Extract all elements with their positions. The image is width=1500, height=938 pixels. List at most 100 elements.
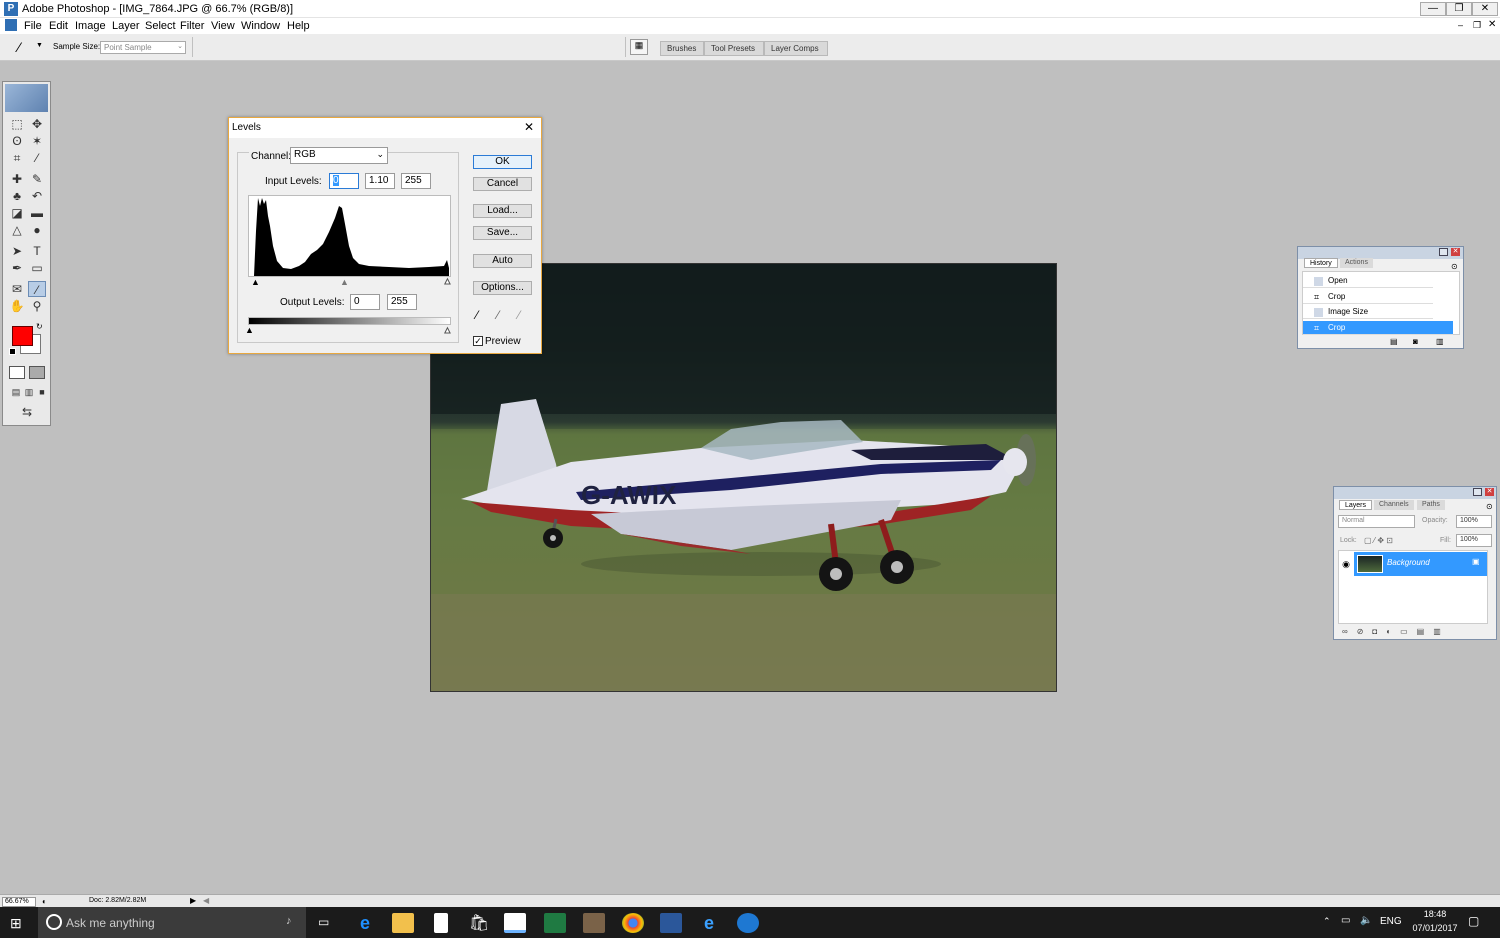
excel-icon[interactable] <box>544 913 566 933</box>
marquee-tool-icon[interactable]: ⬚ <box>8 116 26 132</box>
options-button[interactable]: Options... <box>473 281 532 295</box>
foreground-color-swatch[interactable] <box>12 326 33 346</box>
minimize-button[interactable]: — <box>1420 2 1446 16</box>
tab-actions[interactable]: Actions <box>1340 258 1373 268</box>
jump-to-imageready-icon[interactable]: ⇆ <box>9 404 45 420</box>
history-item-selected[interactable]: Crop <box>1303 321 1453 335</box>
panel-minimize-icon[interactable] <box>1473 488 1482 496</box>
menu-view[interactable]: View <box>211 20 235 32</box>
gray-eyedropper-icon[interactable]: ⁄ <box>497 308 499 322</box>
output-white-field[interactable]: 255 <box>387 294 417 310</box>
white-eyedropper-icon[interactable]: ⁄ <box>518 308 520 322</box>
slice-tool-icon[interactable]: ⁄ <box>28 150 46 166</box>
tab-tool-presets[interactable]: Tool Presets <box>704 41 764 56</box>
store-icon[interactable]: 🛍 <box>468 913 490 933</box>
tab-layer-comps[interactable]: Layer Comps <box>764 41 828 56</box>
network-icon[interactable]: ▭ <box>1341 915 1350 926</box>
dialog-close-icon[interactable]: ✕ <box>524 120 534 134</box>
ok-button[interactable]: OK <box>473 155 532 169</box>
hand-tool-icon[interactable]: ✋ <box>8 298 26 314</box>
gamma-slider[interactable]: ▲ <box>340 277 349 287</box>
close-button[interactable]: ✕ <box>1472 2 1498 16</box>
photoshop-taskbar-icon[interactable] <box>504 913 526 933</box>
cancel-button[interactable]: Cancel <box>473 177 532 191</box>
chrome-icon[interactable] <box>622 913 644 933</box>
doc-close-button[interactable]: ✕ <box>1488 19 1496 30</box>
lasso-tool-icon[interactable]: ʘ <box>8 133 26 149</box>
input-white-field[interactable]: 255 <box>401 173 431 189</box>
fill-field[interactable]: 100% <box>1456 534 1492 547</box>
full-screen-icon[interactable]: ■ <box>33 384 51 400</box>
doc-minimize-button[interactable]: – <box>1458 20 1463 30</box>
menu-window[interactable]: Window <box>241 20 280 32</box>
blur-tool-icon[interactable]: △ <box>8 222 26 238</box>
black-eyedropper-icon[interactable]: ⁄ <box>476 308 478 322</box>
lock-icons[interactable]: ▢ ⁄ ✥ ⊡ <box>1364 536 1393 545</box>
panel-close-icon[interactable]: ✕ <box>1485 488 1494 496</box>
sample-size-select[interactable]: Point Sample ⌄ <box>100 41 186 54</box>
chevron-down-icon[interactable]: ▼ <box>36 42 43 49</box>
menu-edit[interactable]: Edit <box>49 20 68 32</box>
output-black-field[interactable]: 0 <box>350 294 380 310</box>
edge-icon[interactable]: e <box>354 913 376 933</box>
palette-well-icon[interactable]: ▦ <box>630 39 648 55</box>
input-black-field[interactable]: 0 <box>329 173 359 189</box>
eye-icon[interactable]: ◉ <box>1339 552 1353 576</box>
opacity-field[interactable]: 100% <box>1456 515 1492 528</box>
action-center-icon[interactable]: ▢ <box>1468 914 1479 928</box>
zoom-tool-icon[interactable]: ⚲ <box>28 298 46 314</box>
panel-menu-icon[interactable]: ⊙ <box>1486 502 1493 511</box>
cortana-search-box[interactable]: Ask me anything ♪ <box>38 907 306 938</box>
brush-tool-icon[interactable]: ✎ <box>28 171 46 187</box>
black-point-slider[interactable]: ▲ <box>251 277 260 287</box>
history-item[interactable]: Crop <box>1303 290 1433 304</box>
history-brush-icon[interactable]: ↶ <box>28 188 46 204</box>
default-colors-icon[interactable] <box>9 348 16 355</box>
tab-brushes[interactable]: Brushes <box>660 41 704 56</box>
load-button[interactable]: Load... <box>473 204 532 218</box>
input-gamma-field[interactable]: 1.10 <box>365 173 395 189</box>
gradient-tool-icon[interactable]: ▬ <box>28 205 46 221</box>
output-white-slider[interactable]: ▲ <box>443 325 453 336</box>
notes-tool-icon[interactable]: ✉ <box>8 281 26 297</box>
language-indicator[interactable]: ENG <box>1380 916 1402 927</box>
shape-tool-icon[interactable]: ▭ <box>28 260 46 276</box>
crop-tool-icon[interactable]: ⌗ <box>8 150 26 166</box>
panel-menu-icon[interactable]: ⊙ <box>1451 262 1458 271</box>
chevron-up-icon[interactable]: ⌃ <box>1323 916 1331 927</box>
layer-row[interactable]: Background ▣ <box>1354 552 1487 576</box>
notepad-icon[interactable] <box>434 913 448 933</box>
windows-start-icon[interactable]: ⊞ <box>10 915 22 932</box>
layer-actions-icons[interactable]: ∞⊘◘◐▭▤▥ <box>1342 627 1450 636</box>
eyedropper-icon[interactable]: ⁄ <box>18 39 20 55</box>
clock-date[interactable]: 07/01/2017 <box>1406 923 1464 933</box>
tab-history[interactable]: History <box>1304 258 1338 268</box>
healing-brush-icon[interactable]: ✚ <box>8 171 26 187</box>
doc-restore-button[interactable]: ❐ <box>1473 20 1481 31</box>
move-tool-icon[interactable]: ✥ <box>28 116 46 132</box>
snapshot-icon[interactable]: ◙ <box>1413 337 1418 346</box>
task-view-icon[interactable]: ▭ <box>318 915 329 929</box>
internet-explorer-icon[interactable]: e <box>698 913 720 933</box>
auto-button[interactable]: Auto <box>473 254 532 268</box>
panel-minimize-icon[interactable] <box>1439 248 1448 256</box>
restore-button[interactable]: ❐ <box>1446 2 1472 16</box>
aol-icon[interactable] <box>737 913 759 933</box>
menu-image[interactable]: Image <box>75 20 106 32</box>
dodge-tool-icon[interactable]: ● <box>28 222 46 238</box>
trash-icon[interactable]: ▥ <box>1436 337 1444 346</box>
pen-tool-icon[interactable]: ✒ <box>8 260 26 276</box>
preview-checkbox[interactable]: ✓ <box>473 336 483 346</box>
clock-time[interactable]: 18:48 <box>1412 909 1458 919</box>
zoom-field[interactable]: 66.67% <box>2 897 36 907</box>
status-menu-icon[interactable]: ▶ <box>190 896 196 905</box>
new-document-icon[interactable]: ▤ <box>1390 337 1398 346</box>
scroll-left-icon[interactable]: ◀ <box>203 896 209 905</box>
microphone-icon[interactable]: ♪ <box>286 915 292 927</box>
save-button[interactable]: Save... <box>473 226 532 240</box>
white-point-slider[interactable]: ▲ <box>443 276 453 287</box>
type-tool-icon[interactable]: T <box>28 243 46 259</box>
eyedropper-tool-icon[interactable]: ⁄ <box>28 281 46 297</box>
menu-file[interactable]: File <box>24 20 42 32</box>
blend-mode-select[interactable]: Normal <box>1338 515 1415 528</box>
